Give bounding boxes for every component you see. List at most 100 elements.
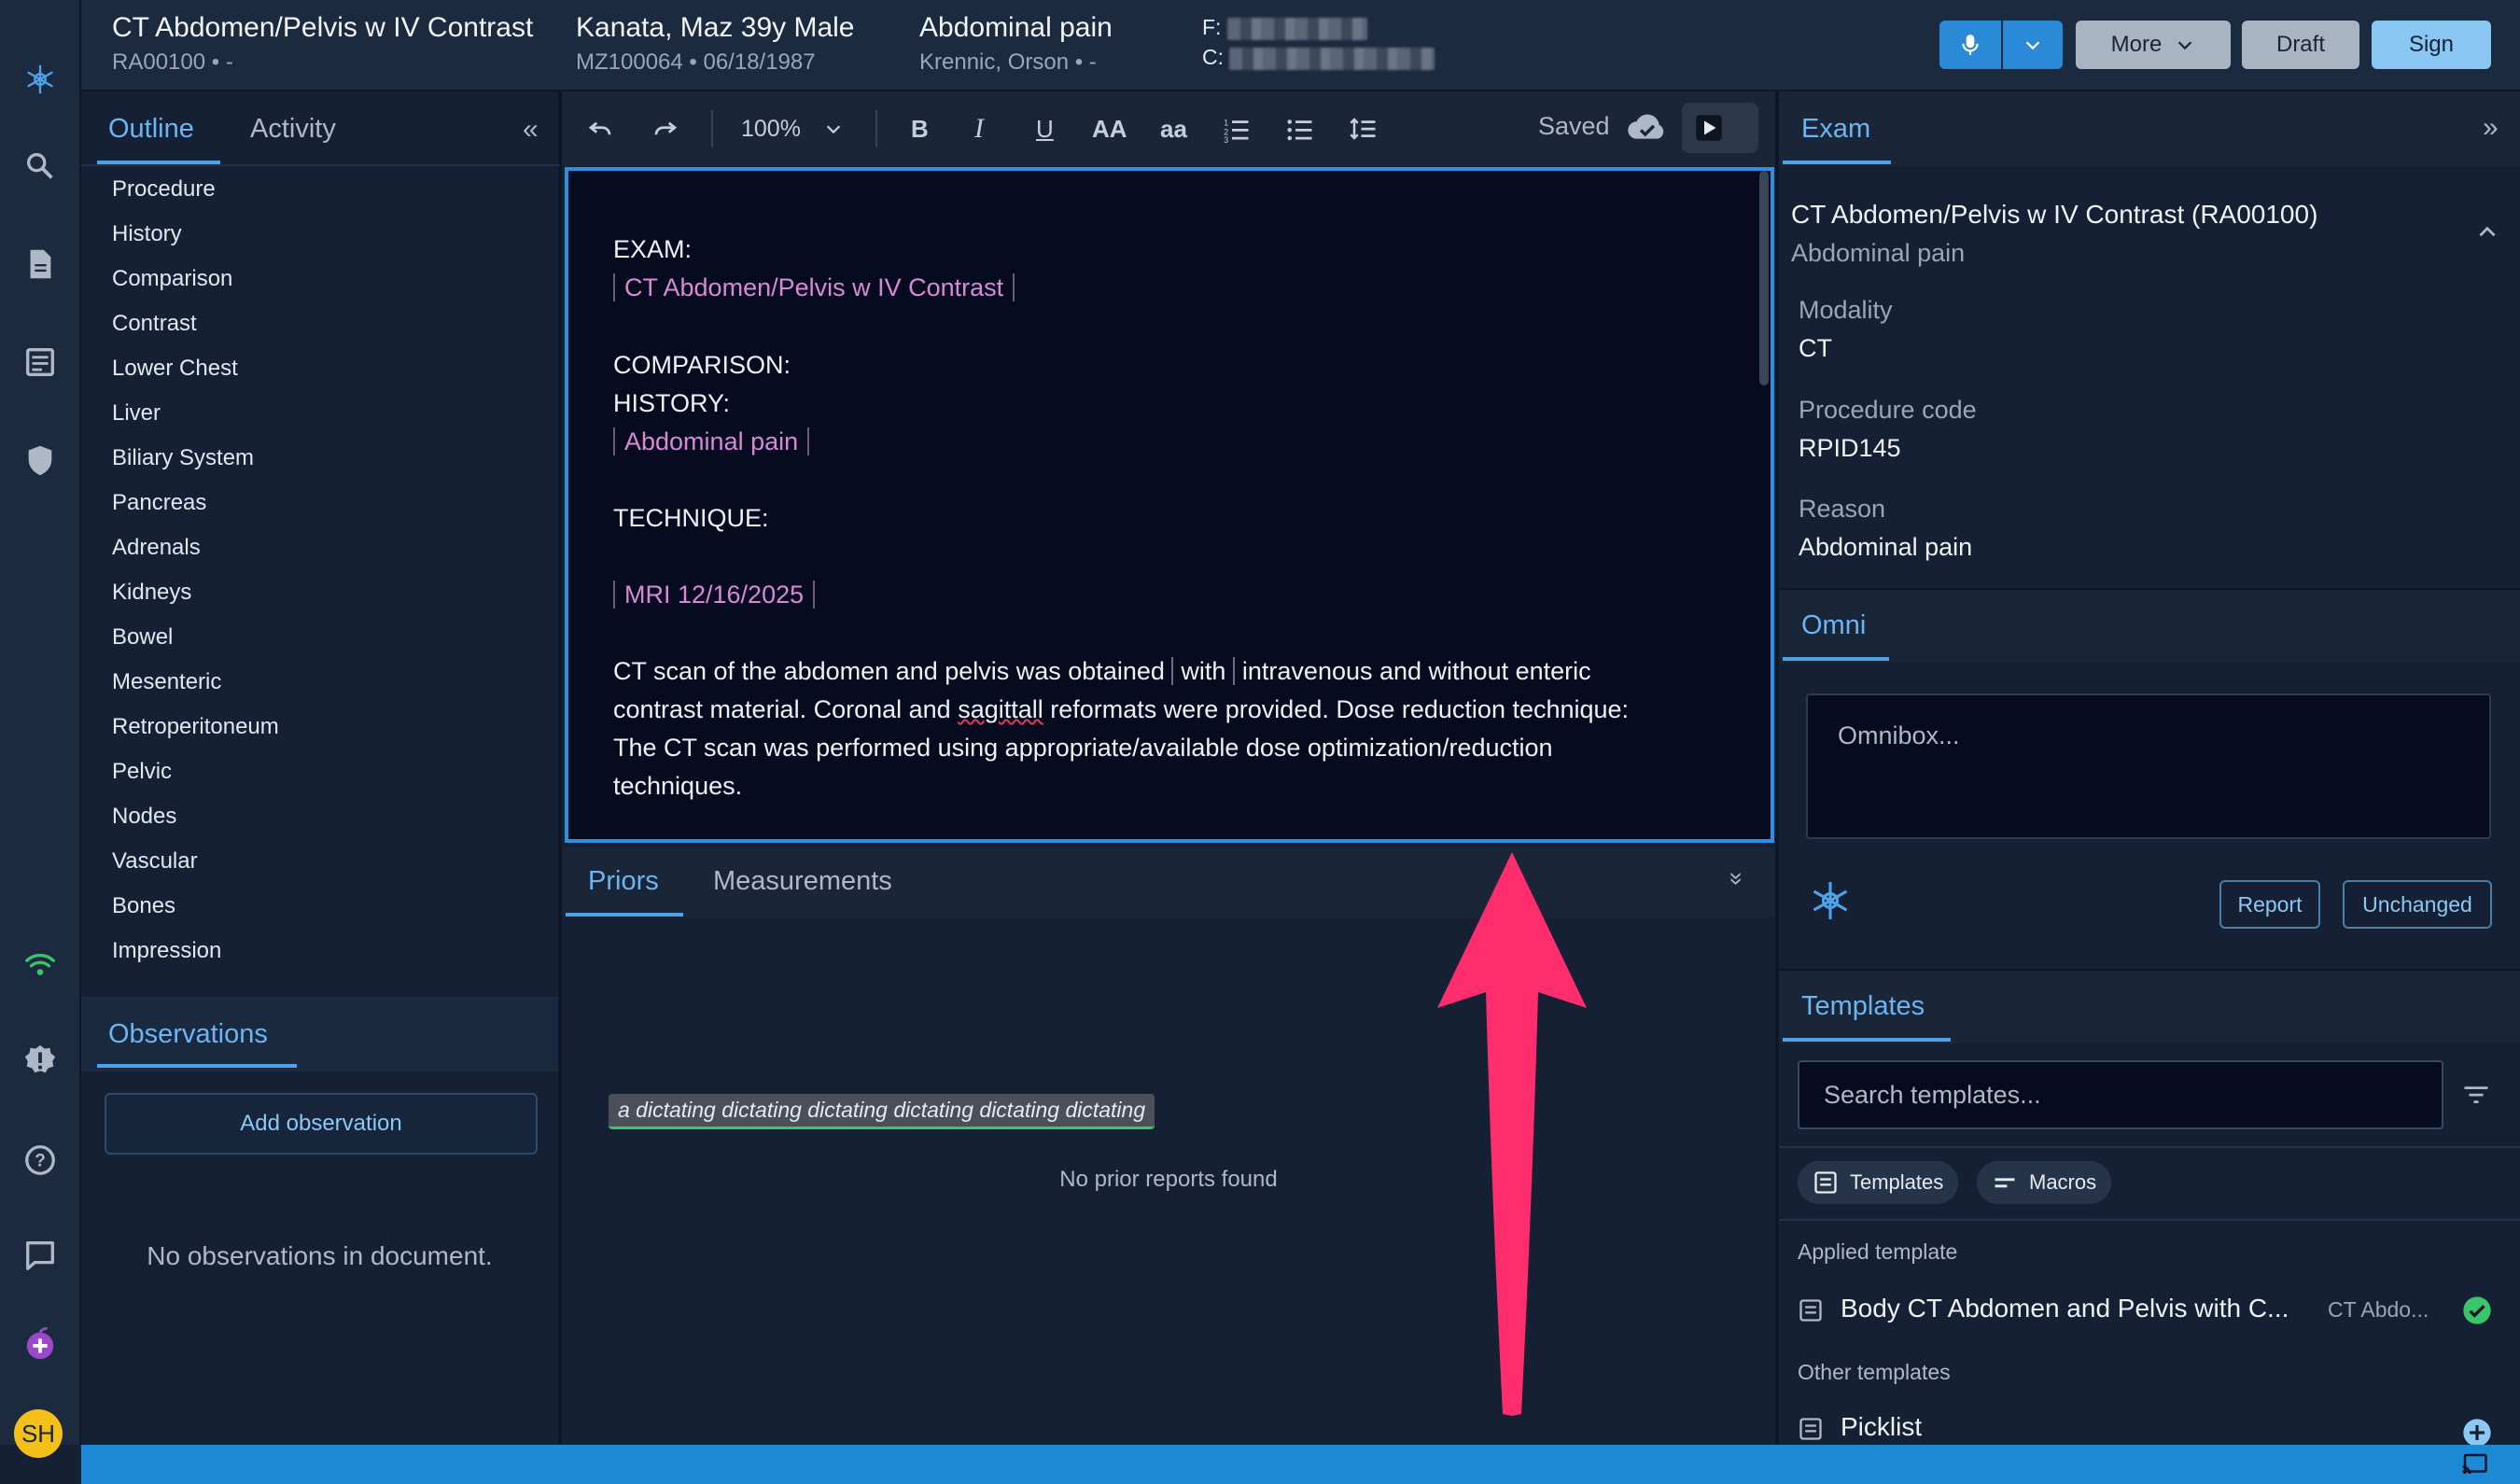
editor-scrollbar[interactable] [1759,171,1769,385]
outline-item-bowel[interactable]: Bowel [112,624,173,651]
search-icon[interactable] [19,145,62,188]
more-button[interactable]: More [2076,21,2231,69]
filter-icon[interactable] [2462,1081,2490,1115]
template-search-input[interactable]: Search templates... [1798,1060,2443,1129]
observations-title[interactable]: Observations [108,1019,268,1050]
avatar[interactable]: SH [14,1409,63,1458]
paragraph-text: contrast material. Coronal and [613,695,959,723]
tab-exam[interactable]: Exam [1801,114,1870,145]
play-button[interactable] [1682,103,1758,153]
template-icon [1799,1299,1822,1322]
document-icon[interactable] [19,243,62,286]
exam-field-value: CT Abdomen/Pelvis w IV Contrast [613,273,1015,301]
outline-item-nodes[interactable]: Nodes [112,804,176,830]
history-field[interactable]: Abdominal pain [613,427,810,456]
bullet-list-icon[interactable] [1286,110,1314,147]
omni-assistant-icon[interactable] [1807,877,1854,931]
tab-outline[interactable]: Outline [108,114,194,145]
template-icon [1814,1171,1837,1194]
numbered-list-icon[interactable]: 123 [1223,110,1251,147]
redacted-f [1226,17,1367,40]
shield-icon[interactable] [19,439,62,482]
lowercase-icon[interactable]: aa [1160,110,1187,147]
technique-field-value: MRI 12/16/2025 [613,581,816,609]
sign-button[interactable]: Sign [2372,21,2491,69]
microphone-dropdown-button[interactable] [2003,21,2063,69]
outline-item-bones[interactable]: Bones [112,893,175,919]
draft-button[interactable]: Draft [2242,21,2359,69]
technique-field[interactable]: MRI 12/16/2025 [613,581,816,609]
bold-icon[interactable]: B [911,110,929,147]
exam-panel-subtitle: Abdominal pain [1791,239,1966,267]
applied-template-row[interactable]: Body CT Abdomen and Pelvis with C... CT … [1798,1294,2507,1331]
apple-plus-icon[interactable] [19,1323,62,1365]
outline-item-procedure[interactable]: Procedure [112,176,216,203]
worklist-icon[interactable] [19,341,62,384]
chip-templates[interactable]: Templates [1798,1161,1959,1204]
outline-item-vascular[interactable]: Vascular [112,848,198,875]
comparison-heading: COMPARISON: [613,351,791,379]
unchanged-button[interactable]: Unchanged [2343,880,2492,929]
help-icon[interactable]: ? [19,1139,62,1182]
alert-badge-icon[interactable] [19,1039,62,1082]
tab-priors[interactable]: Priors [588,866,659,897]
inline-choice-field[interactable]: with [1171,657,1236,685]
svg-text:3: 3 [1224,135,1228,143]
collapse-down-icon[interactable]: » [1723,872,1752,885]
exam-field[interactable]: CT Abdomen/Pelvis w IV Contrast [613,273,1015,302]
tab-underline [1783,657,1889,661]
omnibox-input[interactable]: Omnibox... [1806,693,2491,839]
uppercase-icon[interactable]: AA [1092,110,1127,147]
outline-item-pancreas[interactable]: Pancreas [112,490,206,516]
redo-icon[interactable] [651,110,679,147]
microphone-button[interactable] [1939,21,2001,69]
outline-item-lower-chest[interactable]: Lower Chest [112,356,238,382]
collapse-left-icon[interactable]: « [523,114,539,146]
report-button[interactable]: Report [2219,880,2320,929]
outline-item-retroperitoneum[interactable]: Retroperitoneum [112,714,279,740]
outline-item-pelvic[interactable]: Pelvic [112,759,172,785]
outline-item-comparison[interactable]: Comparison [112,266,232,292]
reason-label: Reason [1799,495,1886,523]
collapse-right-icon[interactable]: » [2483,112,2499,144]
chip-macros[interactable]: Macros [1977,1161,2112,1204]
exam-panel-header [1779,91,2520,166]
undo-icon[interactable] [586,110,614,147]
cast-icon[interactable] [2460,1450,2488,1484]
tab-measurements[interactable]: Measurements [713,866,892,897]
outline-item-kidneys[interactable]: Kidneys [112,580,191,606]
zoom-select[interactable]: 100% [741,110,844,147]
italic-icon[interactable]: I [974,110,984,147]
status-bar [81,1445,2520,1484]
outline-item-adrenals[interactable]: Adrenals [112,535,201,561]
paragraph-text: intravenous and without enteric [1235,657,1591,685]
report-editor[interactable]: EXAM: CT Abdomen/Pelvis w IV Contrast CO… [565,167,1774,843]
misspelled-word[interactable]: sagittall [958,695,1043,723]
ordering-physician: Krennic, Orson • - [919,49,1097,75]
outline-item-impression[interactable]: Impression [112,938,221,964]
history-heading: HISTORY: [613,389,731,417]
exam-id: RA00100 • - [112,49,233,75]
outline-item-contrast[interactable]: Contrast [112,311,197,337]
app-logo-icon[interactable] [19,58,62,101]
outline-item-history[interactable]: History [112,221,182,247]
add-observation-button[interactable]: Add observation [105,1093,538,1155]
underline-icon[interactable]: U [1036,110,1054,147]
chat-icon[interactable] [19,1234,62,1277]
tab-underline [566,913,683,917]
zoom-value: 100% [741,115,801,142]
other-template-row[interactable]: Picklist [1798,1412,2507,1445]
exam-heading: EXAM: [613,235,693,263]
reason-value: Abdominal pain [1799,533,1973,561]
toolbar-divider [875,110,877,147]
tab-templates[interactable]: Templates [1801,991,1925,1022]
chevron-up-icon[interactable] [2475,220,2499,251]
saved-status: Saved [1538,112,1610,140]
add-circle-icon[interactable] [2462,1418,2492,1445]
line-spacing-icon[interactable] [1350,110,1378,147]
outline-item-mesenteric[interactable]: Mesenteric [112,669,221,695]
outline-item-liver[interactable]: Liver [112,400,161,427]
tab-activity[interactable]: Activity [250,114,336,145]
tab-omni[interactable]: Omni [1801,610,1866,641]
outline-item-biliary-system[interactable]: Biliary System [112,445,254,471]
